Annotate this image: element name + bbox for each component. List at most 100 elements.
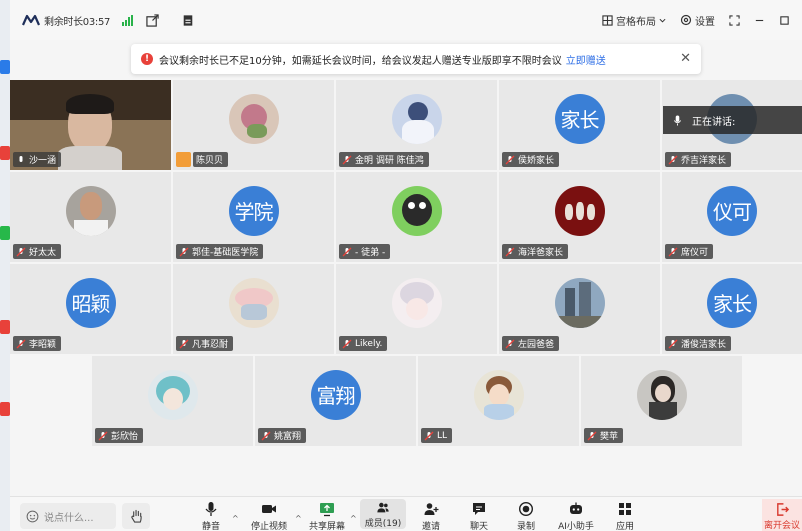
participant-tile[interactable]: 仪可 席仪可 [662,172,802,262]
desktop-app-icon [0,226,10,240]
participant-name: 侯娇家长 [502,152,560,167]
mic-muted-icon [98,431,108,440]
participant-tile[interactable]: 金明 调研 陈佳鸿 [336,80,497,170]
avatar [554,277,605,328]
participant-name: 郭佳-基础医学院 [176,244,264,259]
members-button[interactable]: 成员(19) [360,499,406,529]
avatar: 富翔 [310,369,361,420]
close-icon[interactable]: ✕ [680,51,691,66]
avatar: 家长 [707,277,757,328]
minutes-icon[interactable] [181,13,195,27]
mute-button[interactable]: 静音 [190,501,232,531]
mic-muted-icon [668,339,678,348]
chevron-up-icon[interactable]: ^ [295,514,302,523]
chevron-down-icon [659,18,666,23]
ai-assistant-button[interactable]: AI小助手 [555,501,597,531]
participant-name: 潘俊洁家长 [665,336,732,351]
chevron-up-icon[interactable]: ^ [232,514,239,523]
mic-muted-icon [668,155,678,164]
minimize-icon[interactable] [754,15,765,26]
signal-icon[interactable] [122,14,134,26]
camera-icon [262,505,276,513]
mic-muted-icon [505,339,515,348]
desktop-app-icon [0,402,10,416]
participant-name: 左园爸爸 [502,336,560,351]
mic-muted-icon [261,431,271,440]
participant-tile[interactable]: 家长 潘俊洁家长 [662,264,802,354]
settings-button[interactable]: 设置 [680,13,715,28]
apps-button[interactable]: 应用 [604,501,646,531]
participant-tile[interactable]: Likely. [336,264,497,354]
participant-tile[interactable]: 家长 侯娇家长 [499,80,660,170]
participant-tile[interactable]: - 徒弟 - [336,172,497,262]
warning-message: 会议剩余时长已不足10分钟，如需延长会议时间，给会议发起人赠送专业版即享不限时会… [159,55,562,67]
ai-assistant-icon [570,502,582,514]
mic-muted-icon [505,247,515,256]
remaining-time: 剩余时长03:57 [44,16,111,28]
time-warning-banner: ! 会议剩余时长已不足10分钟，如需延长会议时间，给会议发起人赠送专业版即享不限… [131,44,701,74]
mic-muted-icon [342,155,352,164]
chevron-up-icon[interactable]: ^ [350,514,357,523]
participant-name: 席仪可 [665,244,714,259]
avatar [228,277,279,328]
stop-video-button[interactable]: 停止视频 [248,501,290,531]
participant-name: Likely. [339,336,388,351]
avatar [391,93,442,144]
participant-name: 樊苹 [584,428,624,443]
participant-name: 姚富翔 [258,428,307,443]
participant-name: 海洋爸家长 [502,244,569,259]
desktop-app-icon [0,320,10,334]
participant-tile[interactable]: 富翔 姚富翔 [255,356,416,446]
desktop-app-icon [0,60,10,74]
settings-label: 设置 [695,16,715,28]
fullscreen-icon[interactable] [729,14,740,26]
exit-icon [776,503,789,516]
warning-icon: ! [141,53,153,65]
participant-tile[interactable]: 陈贝贝 [173,80,334,170]
participant-tile[interactable]: LL [418,356,579,446]
leave-meeting-button[interactable]: 离开会议 [762,499,802,531]
avatar: 家长 [554,93,605,144]
layout-label: 宫格布局 [616,16,656,28]
participant-name: 沙一涵 [13,152,62,167]
avatar: 昭颖 [65,277,116,328]
mic-muted-icon [342,247,352,256]
mic-muted-icon [424,431,434,440]
avatar [391,277,442,328]
raise-hand-button[interactable] [122,503,150,529]
emoji-icon [26,510,39,522]
chat-icon [473,503,485,515]
participant-tile[interactable]: 彭欣怡 [92,356,253,446]
participant-tile[interactable]: 海洋爸家长 [499,172,660,262]
desktop-edge [0,0,10,531]
participant-tile[interactable]: 樊苹 [581,356,742,446]
participant-tile[interactable]: 学院 郭佳-基础医学院 [173,172,334,262]
mic-muted-icon [505,155,515,164]
layout-button[interactable]: 宫格布局 [602,13,666,28]
participant-tile[interactable]: 好太太 [10,172,171,262]
participant-name: 凡事忍耐 [176,336,234,351]
record-button[interactable]: 录制 [505,501,547,531]
participant-name: 陈贝贝 [193,152,229,167]
participant-tile[interactable]: 沙一涵 [10,80,171,170]
avatar [636,369,687,420]
chat-button[interactable]: 聊天 [458,501,500,531]
participant-tile[interactable]: 凡事忍耐 [173,264,334,354]
participant-tile[interactable]: 左园爸爸 [499,264,660,354]
participant-name: - 徒弟 - [339,244,391,259]
participant-tile[interactable]: 昭颖 李昭颖 [10,264,171,354]
speaking-label: 正在讲话: [692,116,736,128]
mic-muted-icon [587,431,597,440]
maximize-icon[interactable] [779,15,790,26]
invite-button[interactable]: 邀请 [410,501,452,531]
share-screen-button[interactable]: 共享屏幕 [306,501,348,531]
share-link-icon[interactable] [145,13,159,27]
add-user-icon [424,503,439,515]
leave-label: 离开会议 [763,521,800,531]
quick-chat-input[interactable]: 说点什么... [20,503,116,529]
grid-icon [602,14,613,26]
avatar [554,185,605,236]
participant-name: 乔吉洋家长 [665,152,732,167]
gift-now-link[interactable]: 立即赠送 [566,52,606,67]
mic-icon [673,115,682,125]
